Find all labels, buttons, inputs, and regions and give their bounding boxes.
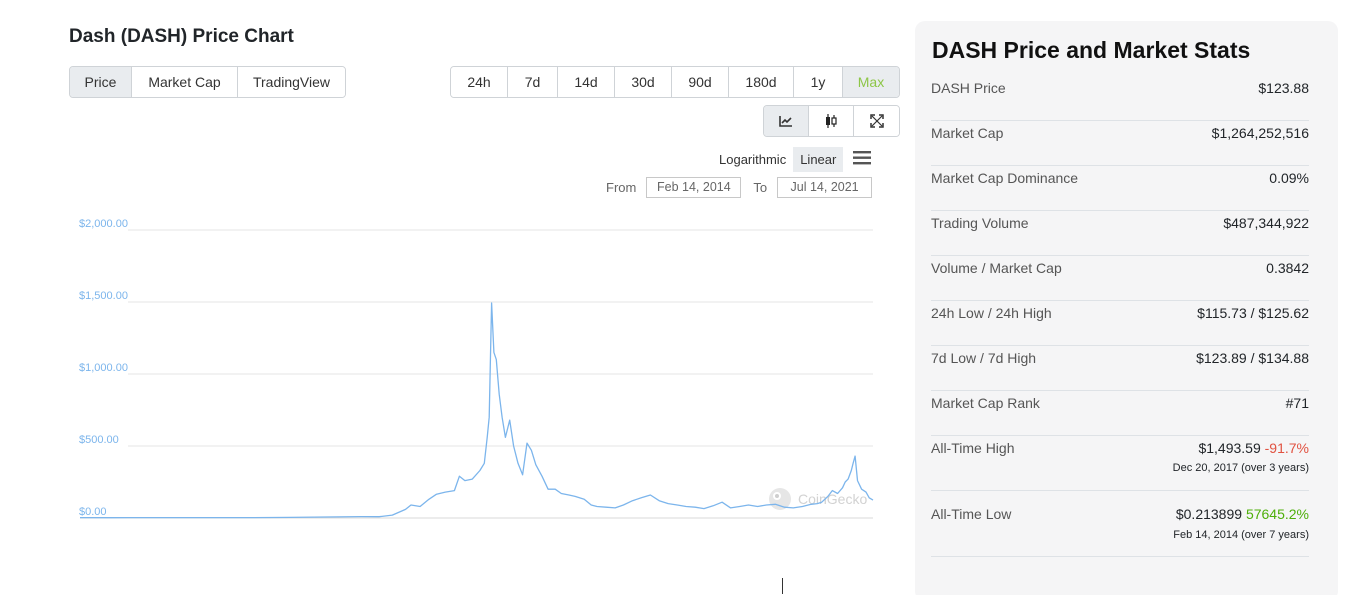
y-axis-ticks: $0.00 $500.00 $1,000.00 $1,500.00 $2,000.00 — [79, 218, 128, 518]
stats-title: DASH Price and Market Stats — [932, 37, 1251, 63]
ath-change: -91.7% — [1264, 440, 1309, 456]
range-180d[interactable]: 180d — [729, 67, 794, 97]
range-tabs: 24h 7d 14d 30d 90d 180d 1y Max — [450, 66, 900, 98]
tab-tradingview[interactable]: TradingView — [238, 67, 345, 97]
range-30d[interactable]: 30d — [615, 67, 672, 97]
text-cursor — [782, 578, 783, 594]
stat-label: Trading Volume — [931, 215, 1029, 231]
stat-value: $1,264,252,516 — [1211, 125, 1309, 141]
stat-row-24h-range: 24h Low / 24h High $115.73 / $125.62 — [931, 301, 1309, 346]
from-date-input[interactable]: Feb 14, 2014 — [646, 176, 742, 198]
atl-change: 57645.2% — [1245, 506, 1309, 522]
ath-date: Dec 20, 2017 (over 3 years) — [1172, 462, 1309, 474]
price-line[interactable] — [79, 302, 874, 519]
line-chart-button[interactable] — [764, 106, 809, 136]
atl-value: $0.213899 — [1175, 506, 1243, 522]
stat-label: 24h Low / 24h High — [931, 305, 1052, 321]
range-1y[interactable]: 1y — [794, 67, 843, 97]
atl-date: Feb 14, 2014 (over 7 years) — [1173, 529, 1309, 541]
stat-row-dominance: Market Cap Dominance 0.09% — [931, 166, 1309, 211]
stat-label: Volume / Market Cap — [931, 260, 1062, 276]
scale-toggle: Logarithmic Linear — [712, 146, 844, 172]
chart-title: Dash (DASH) Price Chart — [69, 26, 294, 47]
candlestick-icon — [826, 114, 837, 128]
stat-value: $123.88 — [1258, 80, 1309, 96]
range-14d[interactable]: 14d — [558, 67, 615, 97]
stat-label: All-Time High — [931, 440, 1015, 456]
y-tick-label: $1,500.00 — [79, 290, 128, 302]
candlestick-button[interactable] — [809, 106, 854, 136]
scale-logarithmic[interactable]: Logarithmic — [712, 152, 793, 167]
price-series[interactable] — [79, 302, 874, 519]
hamburger-menu-icon[interactable] — [853, 151, 871, 165]
y-tick-label: $500.00 — [79, 434, 119, 446]
stat-value: $487,344,922 — [1223, 215, 1309, 231]
stat-value: $115.73 / $125.62 — [1197, 305, 1309, 321]
line-chart-icon — [779, 116, 792, 127]
y-tick-label: $0.00 — [79, 506, 107, 518]
ath-value-group: $1,493.59 -91.7% — [1198, 440, 1309, 456]
chart-type-buttons — [763, 105, 900, 137]
range-90d[interactable]: 90d — [672, 67, 729, 97]
stat-label: Market Cap Rank — [931, 395, 1040, 411]
stat-label: Market Cap Dominance — [931, 170, 1079, 186]
stat-value: #71 — [1285, 395, 1309, 411]
stat-row-rank: Market Cap Rank #71 — [931, 391, 1309, 436]
stat-value: 0.3842 — [1266, 260, 1309, 276]
stats-panel: DASH Price and Market Stats DASH Price $… — [915, 21, 1338, 595]
date-range: From Feb 14, 2014 To Jul 14, 2021 — [606, 176, 873, 198]
fullscreen-button[interactable] — [854, 106, 899, 136]
stat-value: $123.89 / $134.88 — [1196, 350, 1309, 366]
atl-value-group: $0.213899 57645.2% — [1176, 506, 1309, 522]
stat-label: 7d Low / 7d High — [931, 350, 1037, 366]
stat-row-7d-range: 7d Low / 7d High $123.89 / $134.88 — [931, 346, 1309, 391]
stat-row-price: DASH Price $123.88 — [931, 76, 1309, 121]
y-tick-label: $1,000.00 — [79, 362, 128, 374]
stat-row-volume: Trading Volume $487,344,922 — [931, 211, 1309, 256]
fullscreen-icon — [869, 114, 884, 128]
y-tick-label: $2,000.00 — [79, 218, 128, 230]
stat-value: 0.09% — [1269, 170, 1309, 186]
range-7d[interactable]: 7d — [508, 67, 558, 97]
stat-row-market-cap: Market Cap $1,264,252,516 — [931, 121, 1309, 166]
scale-linear[interactable]: Linear — [793, 146, 844, 172]
stat-row-all-time-low: All-Time Low $0.213899 57645.2% Feb 14, … — [931, 491, 1309, 557]
stat-row-volume-market-cap: Volume / Market Cap 0.3842 — [931, 256, 1309, 301]
range-24h[interactable]: 24h — [451, 67, 508, 97]
tab-price[interactable]: Price — [70, 67, 132, 97]
tab-market-cap[interactable]: Market Cap — [132, 67, 238, 97]
from-label: From — [606, 179, 637, 195]
range-max[interactable]: Max — [843, 67, 899, 97]
page: $0.00 $500.00 $1,000.00 $1,500.00 $2,000.00 … — [0, 0, 1353, 595]
to-date-input[interactable]: Jul 14, 2021 — [777, 176, 873, 198]
stat-row-all-time-high: All-Time High $1,493.59 -91.7% Dec 20, 2… — [931, 436, 1309, 491]
ath-value: $1,493.59 — [1198, 440, 1261, 456]
to-label: To — [753, 179, 768, 195]
stat-label: All-Time Low — [931, 506, 1012, 522]
stat-label: DASH Price — [931, 80, 1006, 96]
metric-tabs: Price Market Cap TradingView — [69, 66, 346, 98]
stat-label: Market Cap — [931, 125, 1004, 141]
